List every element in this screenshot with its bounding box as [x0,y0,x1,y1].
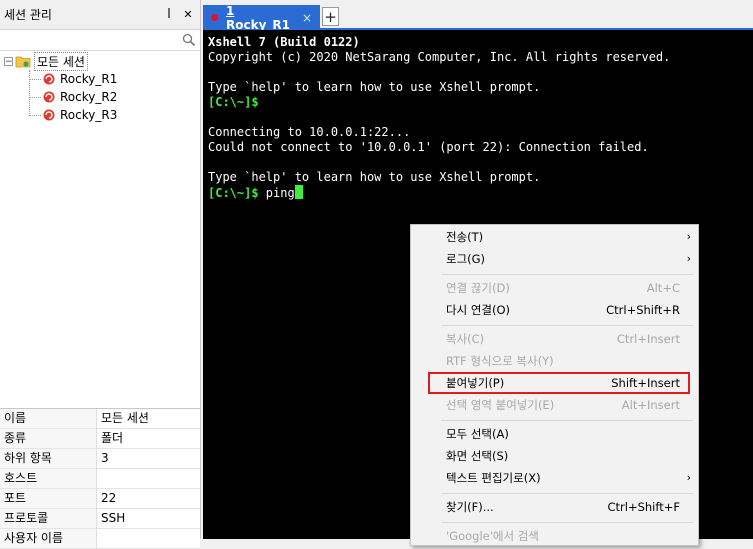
property-key: 이름 [0,409,97,428]
terminal-error-text: Could not connect to '10.0.0.1' (port 22… [208,140,649,154]
terminal-cursor [294,185,303,199]
session-icon [43,109,55,121]
property-value[interactable]: 22 [97,489,200,508]
menu-item-label: 화면 선택(S) [446,449,509,463]
terminal-help-text: Type `help' to learn how to use Xshell p… [208,80,541,94]
menu-item-copy[interactable]: 복사(C) Ctrl+Insert [411,328,698,350]
session-tree: − 모든 세션 Rocky_R1 Rocky_R2 Rocky_R3 [0,51,200,124]
tree-item-label: Rocky_R3 [60,108,118,122]
menu-item-select-all[interactable]: 모두 선택(A) [411,423,698,445]
disconnected-status-icon [211,14,218,21]
session-panel-title: 세션 관리 [4,8,52,22]
session-search-bar [0,30,200,51]
menu-item-label: 'Google'에서 검색 [446,529,539,543]
tab-close-icon[interactable]: × [302,11,316,25]
terminal-typed-command: ping [258,186,295,200]
session-manager-panel: 세션 관리 ꟾ ✕ − 모든 세션 Rocky_R1 Rocky_R2 Rock… [0,0,201,549]
menu-item-label: RTF 형식으로 복사(Y) [446,354,554,368]
menu-item-reconnect[interactable]: 다시 연결(O) Ctrl+Shift+R [411,299,698,321]
tree-item-label: Rocky_R1 [60,72,118,86]
menu-item-label: 선택 영역 붙여넣기(E) [446,398,555,412]
property-key: 프로토콜 [0,509,97,528]
property-value[interactable] [97,469,200,488]
tree-item-all-sessions[interactable]: − 모든 세션 [0,51,200,71]
menu-item-label: 텍스트 편집기로(X) [446,471,541,485]
session-panel-header: 세션 관리 ꟾ ✕ [0,0,200,30]
session-search-input[interactable] [0,30,188,49]
menu-item-shortcut: Ctrl+Shift+F [607,500,681,514]
property-value[interactable]: 3 [97,449,200,468]
tab-rocky-r1[interactable]: 1 Rocky_R1 × [203,3,320,32]
terminal-prompt: [C:\~]$ [208,186,259,200]
menu-item-label: 전송(T) [446,230,484,244]
session-icon [43,91,55,103]
property-value[interactable]: 폴더 [97,429,200,448]
tab-label: 1 Rocky_R1 [226,3,290,32]
submenu-arrow-icon: › [686,230,691,243]
tree-item-session[interactable]: Rocky_R2 [0,88,200,106]
terminal-banner-title: Xshell 7 (Build 0122) [208,35,360,49]
menu-item-select-screen[interactable]: 화면 선택(S) [411,445,698,467]
menu-item-label: 복사(C) [446,332,485,346]
menu-item-log[interactable]: 로그(G) › [411,248,698,270]
tree-item-label: 모든 세션 [34,51,88,71]
menu-item-shortcut: Alt+Insert [621,398,680,412]
terminal-input-line[interactable]: [C:\~]$ ping [208,185,303,200]
terminal-copyright: Copyright (c) 2020 NetSarang Computer, I… [208,50,671,64]
property-row: 종류 폴더 [0,429,200,449]
collapse-icon[interactable]: − [4,56,13,66]
menu-item-label: 로그(G) [446,252,486,266]
submenu-arrow-icon: › [686,471,691,484]
menu-item-transfer[interactable]: 전송(T) › [411,226,698,248]
session-tab-bar: 1 Rocky_R1 × + [203,0,753,32]
menu-item-to-text-editor[interactable]: 텍스트 편집기로(X) › [411,467,698,489]
property-key: 호스트 [0,469,97,488]
property-row: 이름 모든 세션 [0,409,200,429]
property-row: 호스트 [0,469,200,489]
property-key: 포트 [0,489,97,508]
search-icon[interactable] [182,33,196,47]
menu-item-disconnect[interactable]: 연결 끊기(D) Alt+C [411,277,698,299]
menu-item-google-search[interactable]: 'Google'에서 검색 [411,525,698,547]
terminal-prompt: [C:\~]$ [208,95,259,109]
tree-item-label: Rocky_R2 [60,90,118,104]
properties-grid: 이름 모든 세션 종류 폴더 하위 항목 3 호스트 포트 22 프로토콜 SS… [0,408,200,549]
menu-item-label: 다시 연결(O) [446,303,510,317]
menu-item-shortcut: Alt+C [646,281,680,295]
property-row: 사용자 이름 [0,529,200,549]
property-row: 하위 항목 3 [0,449,200,469]
terminal-help-text: Type `help' to learn how to use Xshell p… [208,170,541,184]
menu-item-label: 찾기(F)... [446,500,494,514]
menu-separator [441,325,693,326]
new-tab-button[interactable]: + [322,7,339,26]
property-row: 프로토콜 SSH [0,509,200,529]
menu-item-shortcut: Ctrl+Shift+R [606,303,680,317]
menu-separator [441,522,693,523]
submenu-arrow-icon: › [686,252,691,265]
pin-icon[interactable]: ꟾ [162,8,176,21]
tree-item-session[interactable]: Rocky_R1 [0,70,200,88]
menu-item-shortcut: Ctrl+Insert [616,332,680,346]
terminal-connecting-text: Connecting to 10.0.0.1:22... [208,125,411,139]
property-key: 하위 항목 [0,449,97,468]
property-key: 종류 [0,429,97,448]
menu-separator [441,274,693,275]
menu-item-find[interactable]: 찾기(F)... Ctrl+Shift+F [411,496,698,518]
paste-highlight-box [428,372,690,394]
session-icon [43,73,55,85]
menu-separator [441,420,693,421]
close-panel-icon[interactable]: ✕ [181,8,195,21]
property-value[interactable]: SSH [97,509,200,528]
folder-icon [15,56,31,67]
context-menu: 전송(T) › 로그(G) › 연결 끊기(D) Alt+C 다시 연결(O) … [410,224,699,546]
menu-item-copy-rtf[interactable]: RTF 형식으로 복사(Y) [411,350,698,372]
menu-item-paste-selection[interactable]: 선택 영역 붙여넣기(E) Alt+Insert [411,394,698,416]
menu-separator [441,493,693,494]
menu-item-label: 연결 끊기(D) [446,281,510,295]
property-row: 포트 22 [0,489,200,509]
tree-item-session[interactable]: Rocky_R3 [0,106,200,124]
property-value[interactable]: 모든 세션 [97,409,200,428]
menu-item-label: 모두 선택(A) [446,427,509,441]
